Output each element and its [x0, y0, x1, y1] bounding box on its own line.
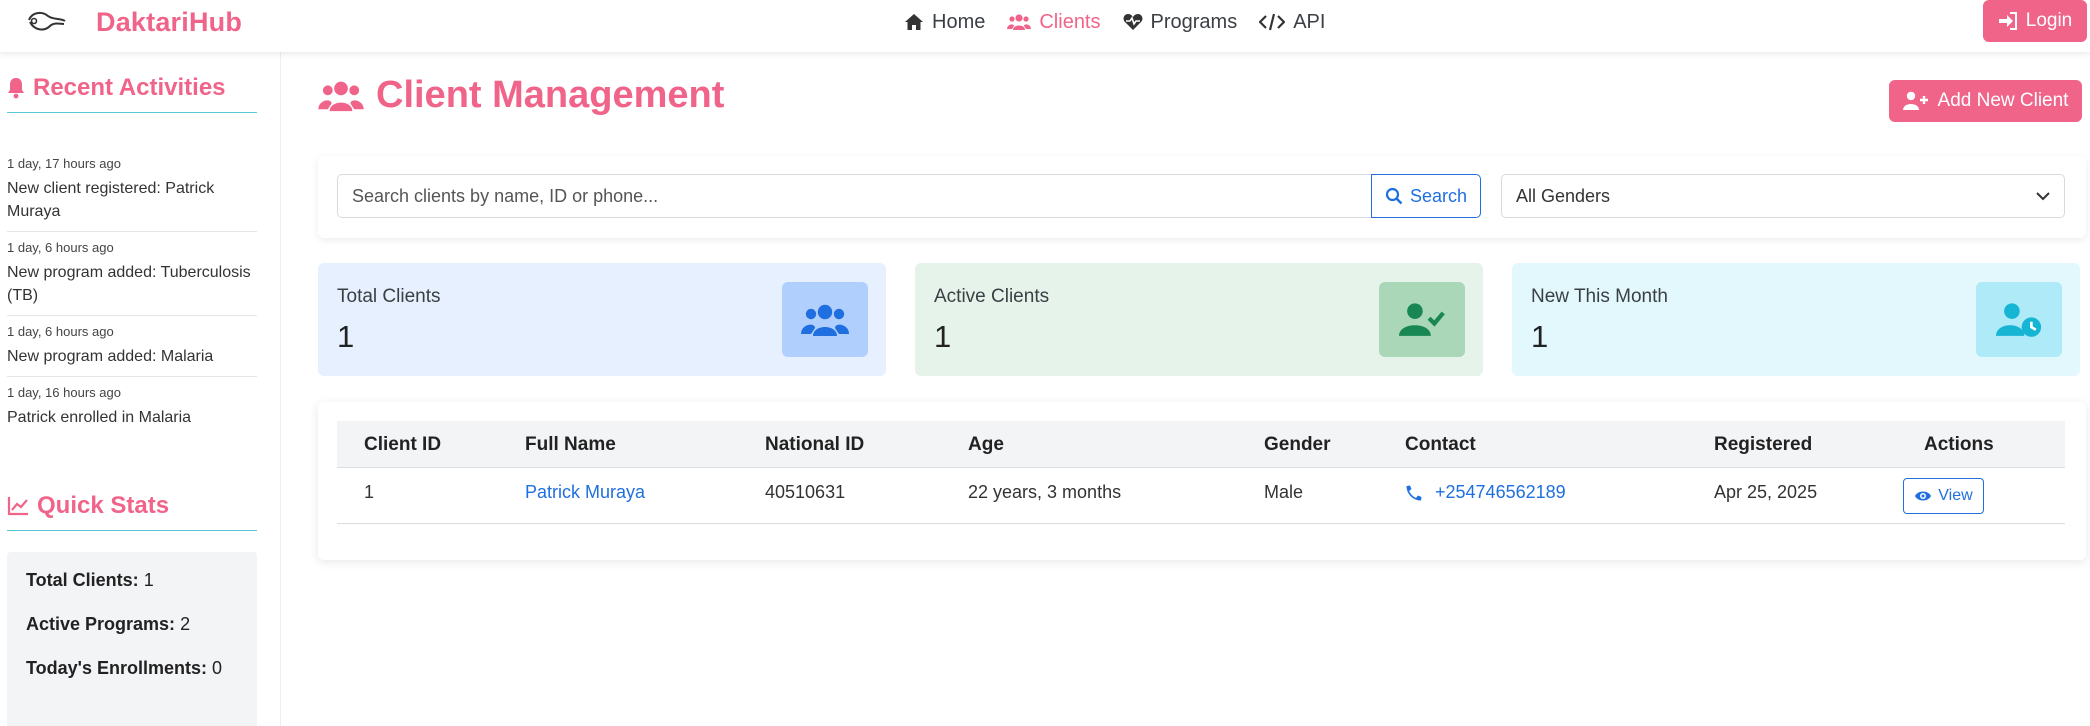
card-label: New This Month [1531, 286, 1668, 307]
stat-active-programs: Active Programs: 2 [26, 614, 191, 634]
cell-registered: Apr 25, 2025 [1714, 482, 1818, 502]
search-icon [1385, 187, 1403, 205]
nav-clients-label: Clients [1039, 10, 1101, 33]
nav-links: Home Clients Programs API [904, 0, 1325, 44]
search-card: Search All Genders [318, 156, 2086, 238]
activity-text: Patrick enrolled in Malaria [7, 409, 192, 426]
activity-text: New program added: Tuberculosis (TB) [7, 264, 251, 304]
code-icon [1259, 13, 1286, 31]
card-icon-box [782, 282, 868, 357]
nav-programs-label: Programs [1150, 10, 1238, 33]
chevron-down-icon [2036, 191, 2050, 201]
nav-api[interactable]: API [1259, 11, 1325, 34]
nav-programs[interactable]: Programs [1123, 10, 1238, 34]
col-contact: Contact [1405, 434, 1476, 455]
view-button-label: View [1938, 487, 1973, 504]
activity-time: 1 day, 17 hours ago [7, 156, 121, 171]
clients-table-card: Client ID Full Name National ID Age Gend… [318, 402, 2086, 560]
brand[interactable]: DaktariHub [26, 0, 242, 44]
cell-gender: Male [1264, 482, 1304, 502]
phone-icon [1405, 484, 1423, 502]
activity-text: New client registered: Patrick Muraya [7, 180, 215, 220]
col-full-name: Full Name [525, 434, 616, 455]
add-new-client-button[interactable]: Add New Client [1889, 80, 2082, 122]
cell-client-id: 1 [364, 482, 375, 502]
card-value: 1 [934, 319, 952, 354]
nav-home[interactable]: Home [904, 11, 985, 34]
users-icon [1007, 13, 1032, 31]
contact-phone-text: +254746562189 [1435, 482, 1566, 502]
search-button[interactable]: Search [1371, 174, 1481, 218]
col-age: Age [968, 434, 1004, 455]
col-gender: Gender [1264, 434, 1331, 455]
active-clients-card: Active Clients 1 [915, 263, 1483, 376]
add-new-client-label: Add New Client [1937, 90, 2069, 111]
gender-filter-select[interactable]: All Genders [1501, 174, 2065, 218]
users-icon [318, 79, 364, 113]
activity-text: New program added: Malaria [7, 348, 214, 365]
quick-stats-title: Quick Stats [37, 492, 170, 519]
col-actions: Actions [1924, 434, 1994, 455]
page-title-text: Client Management [376, 74, 725, 116]
cell-national-id: 40510631 [765, 482, 846, 502]
card-label: Total Clients [337, 286, 441, 307]
quick-stats-heading: Quick Stats [7, 492, 257, 531]
table-row: 1 Patrick Muraya 40510631 22 years, 3 mo… [337, 468, 2065, 524]
card-value: 1 [337, 319, 355, 354]
contact-phone-link[interactable]: +254746562189 [1405, 482, 1566, 503]
total-clients-card: Total Clients 1 [318, 263, 886, 376]
user-plus-icon [1902, 91, 1929, 111]
list-item: 1 day, 6 hours ago New program added: Ma… [7, 316, 257, 377]
activity-time: 1 day, 6 hours ago [7, 240, 114, 255]
stat-total-clients: Total Clients: 1 [26, 570, 154, 590]
col-client-id: Client ID [364, 434, 442, 455]
user-check-icon [1399, 301, 1445, 339]
table-header: Client ID Full Name National ID Age Gend… [337, 421, 2065, 468]
sign-in-icon [1998, 12, 2018, 30]
users-icon [801, 302, 849, 338]
sidebar: Recent Activities 1 day, 17 hours ago Ne… [0, 52, 281, 726]
nav-home-label: Home [932, 10, 986, 33]
col-registered: Registered [1714, 434, 1813, 455]
page-title: Client Management [318, 74, 724, 117]
list-item: 1 day, 6 hours ago New program added: Tu… [7, 232, 257, 316]
card-icon-box [1379, 282, 1465, 357]
brand-name: DaktariHub [96, 6, 243, 37]
search-button-label: Search [1409, 185, 1468, 206]
eye-icon [1914, 489, 1932, 503]
nav-clients[interactable]: Clients [1007, 10, 1101, 34]
search-input[interactable] [337, 174, 1371, 218]
home-icon [904, 13, 924, 31]
cell-age: 22 years, 3 months [968, 482, 1122, 502]
col-national-id: National ID [765, 434, 865, 455]
activity-list: 1 day, 17 hours ago New client registere… [7, 148, 257, 437]
card-label: Active Clients [934, 286, 1050, 307]
activity-time: 1 day, 6 hours ago [7, 324, 114, 339]
chart-line-icon [7, 496, 29, 516]
recent-activities-heading: Recent Activities [7, 74, 257, 113]
heart-pulse-icon [1123, 13, 1143, 31]
stat-today-enrollments: Today's Enrollments: 0 [26, 658, 223, 678]
list-item: 1 day, 16 hours ago Patrick enrolled in … [7, 377, 257, 437]
gender-filter-value: All Genders [1516, 185, 1611, 206]
user-clock-icon [1996, 301, 2042, 339]
stethoscope-icon [26, 10, 68, 34]
card-value: 1 [1531, 319, 1549, 354]
bell-icon [7, 77, 25, 99]
nav-api-label: API [1293, 10, 1326, 33]
recent-activities-title: Recent Activities [33, 74, 226, 101]
login-button[interactable]: Login [1983, 0, 2087, 42]
card-icon-box [1976, 282, 2062, 357]
top-navbar: DaktariHub Home Clients Programs API Log… [0, 0, 2090, 52]
client-name-link[interactable]: Patrick Muraya [525, 482, 645, 503]
activity-time: 1 day, 16 hours ago [7, 385, 121, 400]
login-label: Login [2025, 10, 2073, 31]
quick-stats-box: Total Clients: 1 Active Programs: 2 Toda… [7, 552, 257, 726]
list-item: 1 day, 17 hours ago New client registere… [7, 148, 257, 232]
view-client-button[interactable]: View [1903, 478, 1984, 514]
new-this-month-card: New This Month 1 [1512, 263, 2080, 376]
